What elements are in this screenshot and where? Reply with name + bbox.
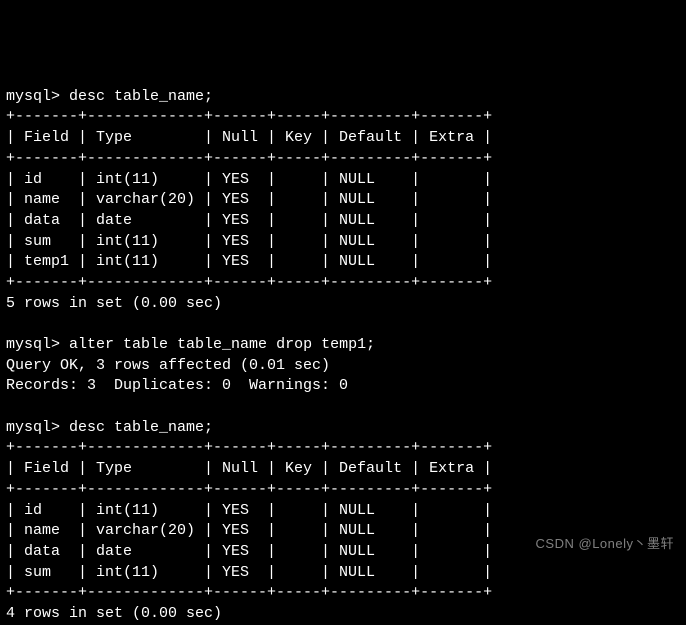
query-result: Query OK, 3 rows affected (0.01 sec) [6,357,330,374]
sql-command: alter table table_name drop temp1; [69,336,375,353]
table-border: +-------+-------------+------+-----+----… [6,150,492,167]
sql-command: desc table_name; [69,419,213,436]
table-row: | temp1 | int(11) | YES | | NULL | | [6,253,492,270]
table-header: | Field | Type | Null | Key | Default | … [6,460,492,477]
table-border: +-------+-------------+------+-----+----… [6,274,492,291]
table-border: +-------+-------------+------+-----+----… [6,439,492,456]
watermark: CSDN @Lonely丶墨轩 [536,535,674,553]
table-row: | id | int(11) | YES | | NULL | | [6,502,492,519]
sql-command: desc table_name; [69,88,213,105]
prompt: mysql> [6,336,60,353]
table-border: +-------+-------------+------+-----+----… [6,584,492,601]
prompt: mysql> [6,419,60,436]
table-row: | name | varchar(20) | YES | | NULL | | [6,191,492,208]
table-border: +-------+-------------+------+-----+----… [6,108,492,125]
table-row: | id | int(11) | YES | | NULL | | [6,171,492,188]
table-row: | name | varchar(20) | YES | | NULL | | [6,522,492,539]
prompt: mysql> [6,88,60,105]
table-row: | data | date | YES | | NULL | | [6,543,492,560]
table-header: | Field | Type | Null | Key | Default | … [6,129,492,146]
table-row: | sum | int(11) | YES | | NULL | | [6,233,492,250]
table-border: +-------+-------------+------+-----+----… [6,481,492,498]
result-footer: 5 rows in set (0.00 sec) [6,295,222,312]
table-row: | sum | int(11) | YES | | NULL | | [6,564,492,581]
query-result: Records: 3 Duplicates: 0 Warnings: 0 [6,377,348,394]
result-footer: 4 rows in set (0.00 sec) [6,605,222,622]
table-row: | data | date | YES | | NULL | | [6,212,492,229]
